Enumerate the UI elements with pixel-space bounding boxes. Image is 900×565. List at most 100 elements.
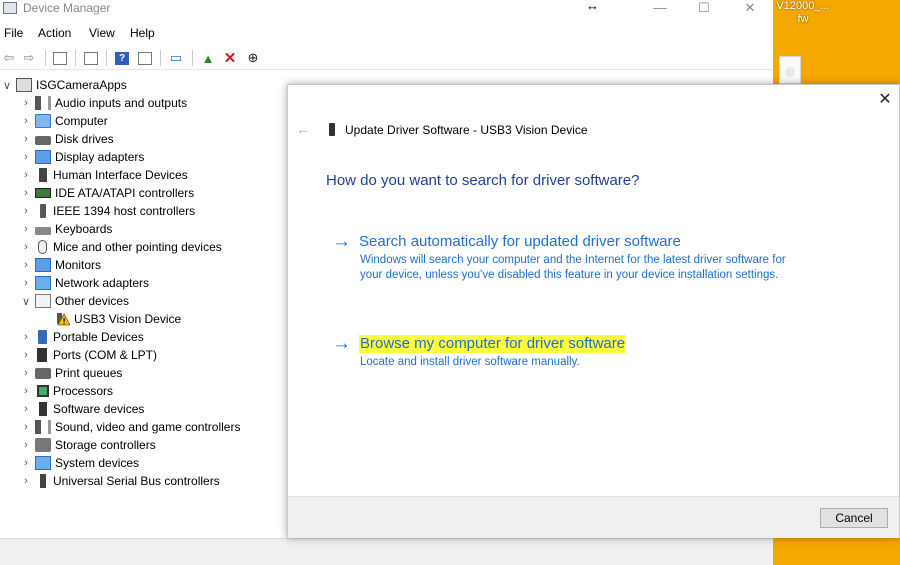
tree-item[interactable]: › Human Interface Devices	[19, 166, 188, 184]
chevron-right-icon[interactable]: ›	[19, 475, 33, 487]
chevron-right-icon[interactable]: ›	[19, 97, 33, 109]
tree-item-label: IDE ATA/ATAPI controllers	[55, 186, 195, 200]
action-pane-icon[interactable]	[136, 49, 154, 67]
desktop-file-icon[interactable]	[779, 56, 801, 84]
tree-item-label: Universal Serial Bus controllers	[53, 474, 220, 488]
tree-item-label: Display adapters	[55, 150, 145, 164]
move-cursor-icon: ↔	[586, 0, 599, 13]
help-icon[interactable]: ?	[113, 49, 131, 67]
tree-item[interactable]: ∨ Other devices	[19, 292, 129, 310]
chevron-right-icon[interactable]: ›	[19, 367, 33, 379]
desktop-icon-label[interactable]: V12000_... fw	[773, 0, 833, 26]
chevron-right-icon[interactable]: ›	[19, 223, 33, 235]
toolbar-separator	[75, 50, 76, 66]
tree-item[interactable]: › Computer	[19, 112, 108, 130]
dialog-footer: Cancel	[288, 496, 899, 538]
chevron-right-icon[interactable]: ›	[19, 187, 33, 199]
tree-item[interactable]: › IEEE 1394 host controllers	[19, 202, 195, 220]
toolbar-separator	[160, 50, 161, 66]
tree-item[interactable]: › Network adapters	[19, 274, 149, 292]
tree-item-label: Print queues	[55, 366, 123, 380]
chevron-right-icon[interactable]: ›	[19, 403, 33, 415]
tree-item[interactable]: › Portable Devices	[19, 328, 144, 346]
tree-item[interactable]: › Print queues	[19, 364, 122, 382]
chevron-right-icon[interactable]: ›	[19, 349, 33, 361]
menu-file[interactable]: File	[4, 26, 23, 40]
tree-item[interactable]: › System devices	[19, 454, 139, 472]
maximize-button[interactable]: ☐	[681, 0, 727, 18]
chevron-right-icon[interactable]: ›	[19, 457, 33, 469]
chevron-right-icon[interactable]: ›	[19, 331, 33, 343]
tree-item-label: Mice and other pointing devices	[53, 240, 222, 254]
back-arrow-icon[interactable]: ←	[296, 121, 310, 137]
chevron-right-icon[interactable]: ›	[19, 439, 33, 451]
minimize-button[interactable]: —	[637, 0, 683, 18]
chevron-down-icon[interactable]: ∨	[19, 295, 33, 308]
show-hide-console-tree-icon[interactable]	[51, 49, 69, 67]
tree-item-label: Human Interface Devices	[53, 168, 188, 182]
tree-item[interactable]: USB3 Vision Device	[38, 310, 181, 328]
usb-controller-icon	[40, 474, 46, 488]
chevron-right-icon[interactable]: ›	[19, 205, 33, 217]
tree-root-label: ISGCameraApps	[36, 78, 127, 92]
properties-icon[interactable]	[82, 49, 100, 67]
update-driver-icon[interactable]: ▲	[199, 49, 217, 67]
desktop-icon-label-line1: V12000_...	[776, 0, 830, 12]
ide-controller-icon	[35, 188, 51, 198]
chevron-right-icon[interactable]: ›	[19, 115, 33, 127]
chevron-right-icon[interactable]: ›	[19, 385, 33, 397]
tree-item[interactable]: › Monitors	[19, 256, 101, 274]
tree-item[interactable]: › Sound, video and game controllers	[19, 418, 240, 436]
computer-icon	[35, 114, 51, 128]
disable-device-icon[interactable]: ⊕	[244, 49, 262, 67]
cancel-button[interactable]: Cancel	[820, 508, 888, 528]
tree-item-label: Ports (COM & LPT)	[53, 348, 158, 362]
display-adapter-icon	[35, 150, 51, 164]
tree-item-label: Other devices	[55, 294, 130, 308]
disk-drive-icon	[35, 136, 51, 145]
tree-item[interactable]: › Keyboards	[19, 220, 112, 238]
tree-item[interactable]: › Display adapters	[19, 148, 144, 166]
tree-root[interactable]: ∨ ISGCameraApps	[0, 76, 127, 94]
other-devices-icon	[35, 294, 51, 308]
chevron-right-icon[interactable]: ›	[19, 277, 33, 289]
usb-device-icon	[329, 123, 335, 136]
browse-computer-title[interactable]: Browse my computer for driver software	[359, 335, 627, 353]
close-button[interactable]: ✕	[727, 0, 773, 18]
tree-item-label: Audio inputs and outputs	[55, 96, 188, 110]
chevron-down-icon[interactable]: ∨	[0, 79, 14, 92]
ieee1394-icon	[40, 204, 46, 218]
dialog-close-button[interactable]: ✕	[876, 91, 894, 109]
title-bar[interactable]: Device Manager ↔ — ☐ ✕	[0, 0, 773, 18]
tree-item-label: System devices	[55, 456, 140, 470]
scan-hardware-icon[interactable]: ▭	[167, 49, 185, 67]
menu-action[interactable]: Action	[38, 26, 71, 40]
processor-icon	[37, 385, 49, 397]
tree-item[interactable]: › Disk drives	[19, 130, 114, 148]
ports-icon	[37, 348, 47, 362]
tree-item[interactable]: › Processors	[19, 382, 113, 400]
tree-item-label: USB3 Vision Device	[74, 312, 182, 326]
search-automatically-title[interactable]: Search automatically for updated driver …	[359, 233, 681, 251]
forward-arrow-icon[interactable]: ⇨	[20, 49, 38, 67]
uninstall-device-icon[interactable]: ✕	[221, 49, 239, 67]
tree-item[interactable]: › Mice and other pointing devices	[19, 238, 222, 256]
menu-view[interactable]: View	[89, 26, 115, 40]
chevron-right-icon[interactable]: ›	[19, 151, 33, 163]
search-automatically-description: Windows will search your computer and th…	[360, 254, 786, 281]
tree-item-label: Storage controllers	[55, 438, 156, 452]
menu-help[interactable]: Help	[130, 26, 155, 40]
tree-item[interactable]: › IDE ATA/ATAPI controllers	[19, 184, 194, 202]
chevron-right-icon[interactable]: ›	[19, 133, 33, 145]
tree-item[interactable]: › Ports (COM & LPT)	[19, 346, 157, 364]
chevron-right-icon[interactable]: ›	[19, 241, 33, 253]
tree-item[interactable]: › Software devices	[19, 400, 144, 418]
tree-item[interactable]: › Storage controllers	[19, 436, 156, 454]
hid-icon	[39, 168, 47, 182]
tree-item[interactable]: › Audio inputs and outputs	[19, 94, 187, 112]
chevron-right-icon[interactable]: ›	[19, 259, 33, 271]
chevron-right-icon[interactable]: ›	[19, 421, 33, 433]
back-arrow-icon[interactable]: ⇦	[0, 49, 18, 67]
chevron-right-icon[interactable]: ›	[19, 169, 33, 181]
tree-item[interactable]: › Universal Serial Bus controllers	[19, 472, 220, 490]
